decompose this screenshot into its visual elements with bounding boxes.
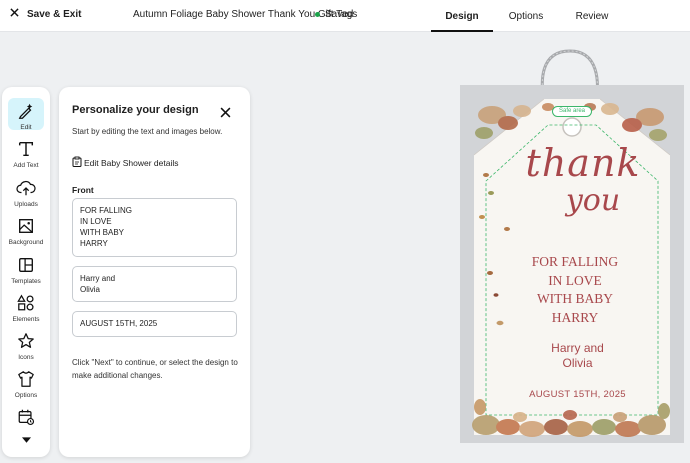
rail-item-templates[interactable]: Templates: [2, 253, 50, 291]
text-icon: [16, 139, 36, 159]
rail-item-options[interactable]: Options: [2, 367, 50, 405]
tag-script-thank: thank: [525, 141, 641, 185]
status-dot-icon: [315, 12, 320, 17]
save-status-label: Saved: [325, 9, 354, 20]
tag-names-line: Harry and: [551, 341, 604, 355]
personalize-panel: Personalize your design Start by editing…: [59, 87, 250, 457]
rail-item-label: Options: [14, 392, 38, 399]
panel-intro: Start by editing the text and images bel…: [72, 127, 223, 136]
help-text: Click "Next" to continue, or select the …: [72, 358, 238, 380]
rail-item-background[interactable]: Background: [2, 214, 50, 252]
front-section-label: Front: [72, 185, 94, 195]
tag-message-line: FOR FALLING: [531, 254, 619, 269]
names-text-field[interactable]: Harry and Olivia: [72, 266, 237, 302]
calendar-icon: [16, 407, 36, 427]
tool-rail: Edit Add Text Uploads Background Templat…: [2, 87, 50, 457]
save-status: Saved: [315, 9, 353, 20]
design-canvas[interactable]: Safe area thank you FOR FALLING IN LOVE …: [460, 85, 684, 443]
star-icon: [16, 331, 36, 351]
rail-item-label: Elements: [12, 316, 40, 323]
image-icon: [16, 216, 36, 236]
tab-review[interactable]: Review: [566, 0, 618, 32]
rail-item-label: Icons: [18, 354, 34, 361]
edit-details-label: Edit Baby Shower details: [84, 157, 179, 168]
message-text-field[interactable]: FOR FALLING IN LOVE WITH BABY HARRY: [72, 198, 237, 257]
close-icon[interactable]: [220, 105, 232, 118]
shapes-icon: [16, 293, 36, 313]
edit-details-link[interactable]: Edit Baby Shower details: [72, 156, 179, 169]
tag-message-line: IN LOVE: [548, 272, 602, 288]
safe-area-badge: Safe area: [552, 106, 592, 117]
template-icon: [16, 255, 36, 275]
rail-item-label: Templates: [11, 278, 41, 285]
edit-icon: [16, 101, 36, 121]
tab-design[interactable]: Design: [431, 0, 493, 32]
tag-script-you: you: [565, 183, 621, 218]
chevron-down-icon[interactable]: [19, 433, 33, 447]
save-exit-label: Save & Exit: [27, 8, 82, 20]
tab-options[interactable]: Options: [500, 0, 552, 32]
save-exit-button[interactable]: Save & Exit: [10, 8, 81, 20]
date-text-field[interactable]: AUGUST 15TH, 2025: [72, 311, 237, 337]
clipboard-icon: [72, 156, 82, 169]
rail-item-elements[interactable]: Elements: [2, 291, 50, 329]
tag-message: FOR FALLING IN LOVE WITH BABY HARRY: [500, 253, 650, 327]
tag-message-line: HARRY: [551, 309, 599, 325]
panel-title: Personalize your design: [72, 104, 199, 116]
tag-date: AUGUST 15TH, 2025: [529, 389, 626, 400]
rail-item-label: Background: [8, 239, 44, 246]
tag-names-line: Olivia: [562, 356, 593, 370]
rail-item-add-text[interactable]: Add Text: [2, 137, 50, 175]
upload-cloud-icon: [16, 178, 36, 198]
shirt-icon: [16, 369, 36, 389]
rail-item-uploads[interactable]: Uploads: [2, 176, 50, 214]
rail-item-icons[interactable]: Icons: [2, 329, 50, 367]
rail-item-label: Add Text: [13, 162, 39, 169]
rail-item-edit[interactable]: Edit: [2, 98, 50, 137]
rail-item-label: Uploads: [14, 201, 38, 208]
tag-names: Harry and Olivia: [500, 341, 655, 371]
tag-message-line: WITH BABY: [536, 291, 614, 306]
top-bar: Save & Exit Autumn Foliage Baby Shower T…: [0, 0, 690, 32]
close-icon: [10, 8, 19, 20]
rail-item-label: Edit: [20, 124, 32, 131]
